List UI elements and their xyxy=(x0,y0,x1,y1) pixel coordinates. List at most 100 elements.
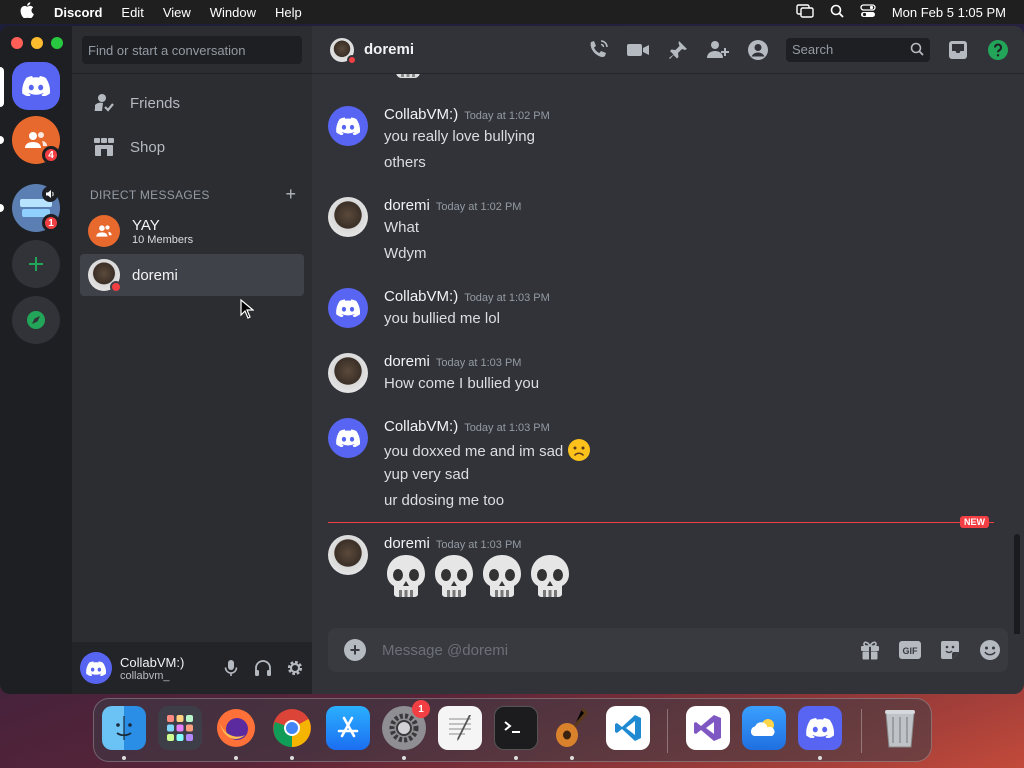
chrome-app-icon[interactable] xyxy=(270,706,314,750)
search-icon xyxy=(910,42,924,59)
search-placeholder: Search xyxy=(792,42,834,57)
vscode-app-icon[interactable] xyxy=(606,706,650,750)
discord-window: 4 1 Find or start a conversation Friends xyxy=(0,26,1024,694)
screen-mirroring-icon[interactable] xyxy=(796,3,814,21)
friends-label: Friends xyxy=(130,94,181,112)
add-server-button[interactable] xyxy=(12,240,60,288)
dm-item-yay[interactable]: YAY 10 Members xyxy=(80,210,304,252)
message-timestamp: Today at 1:03 PM xyxy=(464,422,550,434)
message-input[interactable]: Message @doremi xyxy=(382,642,508,659)
avatar[interactable] xyxy=(328,197,368,237)
avatar[interactable] xyxy=(328,418,368,458)
discord-app-icon[interactable] xyxy=(798,706,842,750)
menu-edit[interactable]: Edit xyxy=(121,5,143,20)
app-store-app-icon[interactable] xyxy=(326,706,370,750)
avatar[interactable] xyxy=(328,535,368,575)
trash-app-icon[interactable] xyxy=(878,706,922,750)
running-indicator xyxy=(402,756,406,760)
notification-badge: 1 xyxy=(42,214,60,232)
mouse-cursor-icon xyxy=(240,298,255,324)
friends-nav-item[interactable]: Friends xyxy=(80,82,304,124)
shop-nav-item[interactable]: Shop xyxy=(80,126,304,168)
dock-separator xyxy=(861,709,862,753)
home-button[interactable] xyxy=(12,62,60,110)
message-text: What xyxy=(384,219,420,236)
search-input[interactable]: Search xyxy=(786,38,930,62)
menu-view[interactable]: View xyxy=(163,5,191,20)
spotlight-search-icon[interactable] xyxy=(830,4,844,21)
create-dm-plus-icon[interactable]: + xyxy=(285,184,296,205)
discord-logo-icon xyxy=(86,660,106,676)
menu-window[interactable]: Window xyxy=(210,5,256,20)
user-avatar[interactable] xyxy=(80,652,112,684)
message-composer[interactable]: + Message @doremi GIF xyxy=(328,628,1008,672)
server-clickcraft[interactable]: 1 xyxy=(12,184,60,232)
video-call-icon[interactable] xyxy=(626,38,650,62)
unread-indicator xyxy=(0,204,4,212)
scrollbar[interactable] xyxy=(1014,534,1020,634)
apple-menu-icon[interactable] xyxy=(0,2,54,22)
add-friends-to-dm-icon[interactable] xyxy=(706,38,730,62)
message-text: yup very sad xyxy=(384,466,470,483)
attach-plus-icon[interactable]: + xyxy=(344,639,366,661)
avatar[interactable] xyxy=(328,288,368,328)
launchpad-app-icon[interactable] xyxy=(158,706,202,750)
avatar[interactable] xyxy=(328,353,368,393)
skull-emoji-icon xyxy=(384,553,428,605)
pinned-messages-icon[interactable] xyxy=(666,38,690,62)
inbox-icon[interactable] xyxy=(946,38,970,62)
running-indicator xyxy=(818,756,822,760)
voice-call-icon[interactable] xyxy=(586,38,610,62)
gif-label: GIF xyxy=(903,646,919,656)
visual-studio-app-icon[interactable] xyxy=(686,706,730,750)
message-author[interactable]: CollabVM:) xyxy=(384,288,458,305)
emoji-picker-icon[interactable] xyxy=(978,638,1002,662)
sticker-icon[interactable] xyxy=(938,638,962,662)
gif-button[interactable]: GIF xyxy=(898,638,922,662)
microphone-icon[interactable] xyxy=(220,657,242,679)
avatar[interactable] xyxy=(328,106,368,146)
close-window-button[interactable] xyxy=(11,37,23,49)
find-conversation-input[interactable]: Find or start a conversation xyxy=(82,36,302,64)
message-text: others xyxy=(384,154,426,171)
message-author[interactable]: doremi xyxy=(384,197,430,214)
gift-icon[interactable] xyxy=(858,638,882,662)
menu-help[interactable]: Help xyxy=(275,5,302,20)
direct-messages-header: DIRECT MESSAGES xyxy=(90,188,210,202)
help-icon[interactable] xyxy=(986,38,1010,62)
sad-face-emoji-icon xyxy=(567,438,591,466)
textedit-app-icon[interactable] xyxy=(438,706,482,750)
system-settings-app-icon[interactable]: 1 xyxy=(382,700,430,750)
message-text: ur ddosing me too xyxy=(384,492,505,509)
garageband-app-icon[interactable] xyxy=(550,706,594,750)
chat-area: doremi Search CollabVM:) Today at 1:02 P… xyxy=(312,26,1024,694)
dm-name: doremi xyxy=(132,266,178,284)
weather-app-icon[interactable] xyxy=(742,706,786,750)
menubar-clock[interactable]: Mon Feb 5 1:05 PM xyxy=(892,5,1006,20)
unread-indicator xyxy=(0,136,4,144)
message-author[interactable]: doremi xyxy=(384,353,430,370)
chat-header: doremi Search xyxy=(312,26,1024,74)
zoom-window-button[interactable] xyxy=(51,37,63,49)
terminal-app-icon[interactable] xyxy=(494,706,538,750)
message-text: Wdym xyxy=(384,245,427,262)
discover-servers-button[interactable] xyxy=(12,296,60,344)
headphones-icon[interactable] xyxy=(252,657,274,679)
message-author[interactable]: CollabVM:) xyxy=(384,106,458,123)
avatar xyxy=(88,259,122,293)
server-group-dm[interactable]: 4 xyxy=(12,116,60,164)
minimize-window-button[interactable] xyxy=(31,37,43,49)
settings-gear-icon[interactable] xyxy=(284,657,306,679)
finder-app-icon[interactable] xyxy=(102,706,146,750)
message-author[interactable]: CollabVM:) xyxy=(384,418,458,435)
firefox-app-icon[interactable] xyxy=(214,706,258,750)
user-profile-icon[interactable] xyxy=(746,38,770,62)
message-text-with-emoji: you doxxed me and im sad xyxy=(384,438,591,466)
control-center-icon[interactable] xyxy=(860,3,876,21)
message-author[interactable]: doremi xyxy=(384,535,430,552)
user-username: collabvm_ xyxy=(120,669,170,682)
dm-item-doremi[interactable]: doremi xyxy=(80,254,304,296)
menu-app-name[interactable]: Discord xyxy=(54,5,102,20)
message-header: CollabVM:) Today at 1:03 PM xyxy=(384,288,550,306)
skull-emoji-icon xyxy=(480,553,524,605)
